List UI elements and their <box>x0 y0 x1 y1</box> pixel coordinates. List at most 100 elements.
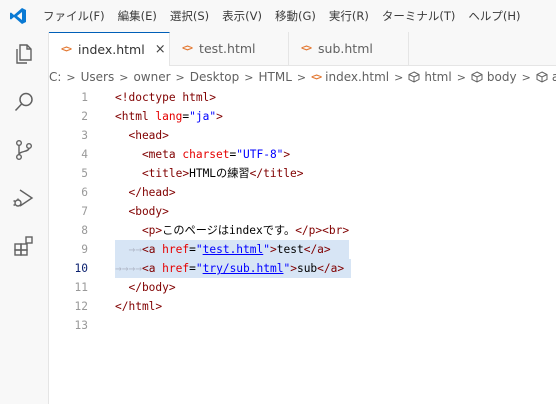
code-line[interactable]: 8 <p>このページはindexです。</p><br> <box>49 221 556 240</box>
code-token: > <box>283 148 291 161</box>
code-token: charset <box>182 148 230 161</box>
breadcrumb-separator: > <box>456 70 466 84</box>
line-number: 10 <box>74 262 88 275</box>
breadcrumb-item-users[interactable]: Users <box>81 70 115 84</box>
tab-label: test.html <box>199 41 256 56</box>
tab-label: sub.html <box>318 41 373 56</box>
code-token: > <box>290 262 297 275</box>
code-token: = <box>189 243 196 256</box>
code-token: <html <box>115 110 156 123</box>
code-line[interactable]: 1 <!doctype html> <box>49 88 556 107</box>
code-token: <body> <box>115 205 169 218</box>
element-cube-icon <box>471 71 483 83</box>
menu-edit[interactable]: 編集(E) <box>118 8 157 24</box>
code-token: href <box>162 262 190 275</box>
explorer-icon[interactable] <box>0 34 48 74</box>
code-token: <a <box>141 243 163 256</box>
menu-view[interactable]: 表示(V) <box>222 8 262 24</box>
breadcrumb-label: html <box>424 70 452 84</box>
close-icon[interactable]: × <box>155 42 166 57</box>
menu-selection[interactable]: 選択(S) <box>170 8 209 24</box>
menu-go[interactable]: 移動(G) <box>275 8 316 24</box>
code-line[interactable]: 2 <html lang="ja"> <box>49 107 556 126</box>
code-text: </body> <box>115 278 176 297</box>
breadcrumb-item-index-html[interactable]: <> index.html <box>311 70 389 84</box>
menu-help[interactable]: ヘルプ(H) <box>468 8 520 24</box>
code-text: <!doctype html> <box>115 88 216 107</box>
code-line[interactable]: 6 </head> <box>49 183 556 202</box>
menu-file[interactable]: ファイル(F) <box>43 8 105 24</box>
breadcrumb-item-html-folder[interactable]: HTML <box>258 70 291 84</box>
breadcrumb-label: a <box>551 70 556 84</box>
code-token: href <box>162 243 190 256</box>
breadcrumb-separator: > <box>244 70 254 84</box>
code-token: " <box>263 243 270 256</box>
code-token: <meta <box>115 148 183 161</box>
breadcrumb-label: index.html <box>325 70 390 84</box>
breadcrumb-item-a-element[interactable]: a <box>536 70 556 84</box>
code-token: " <box>195 243 203 256</box>
breadcrumb-item-body-element[interactable]: body <box>471 70 517 84</box>
line-number: 9 <box>81 243 88 256</box>
code-token: "ja" <box>189 110 217 123</box>
vscode-logo-icon <box>10 8 26 24</box>
line-number: 8 <box>81 224 88 237</box>
code-token: <p> <box>115 224 163 237</box>
tab-index-html[interactable]: <> index.html × <box>49 32 170 66</box>
html-file-icon: <> <box>61 44 72 55</box>
code-line[interactable]: 11 </body> <box>49 278 556 297</box>
code-token: →→→→ <box>115 262 142 275</box>
breadcrumb: C: > Users > owner > Desktop > HTML > <>… <box>49 66 556 88</box>
breadcrumb-item-desktop[interactable]: Desktop <box>190 70 240 84</box>
code-line[interactable]: 13 <box>49 316 556 335</box>
extensions-icon[interactable] <box>0 226 48 266</box>
code-token: </head> <box>115 186 176 199</box>
breadcrumb-item-owner[interactable]: owner <box>133 70 170 84</box>
code-line[interactable]: 12 </html> <box>49 297 556 316</box>
line-number: 4 <box>81 148 88 161</box>
code-token: HTMLの練習 <box>189 167 250 180</box>
code-text: <p>このページはindexです。</p><br> <box>115 221 349 240</box>
code-token: "UTF-8" <box>236 148 284 161</box>
tab-sub-html[interactable]: <> sub.html <box>289 32 409 65</box>
code-editor[interactable]: 1 <!doctype html> 2 <html lang="ja"> 3 <head… <box>49 88 556 404</box>
code-text: <meta charset="UTF-8"> <box>115 145 290 164</box>
code-token: このページはindexです。 <box>162 224 296 237</box>
breadcrumb-separator: > <box>119 70 129 84</box>
code-text: </html> <box>115 297 162 316</box>
run-debug-icon[interactable] <box>0 178 48 218</box>
breadcrumb-item-html-element[interactable]: html <box>408 70 452 84</box>
code-token: <title> <box>115 167 190 180</box>
code-line[interactable]: 5 <title>HTMLの練習</title> <box>49 164 556 183</box>
code-line[interactable]: 9 →→<a href="test.html">test</a> <box>49 240 556 259</box>
code-token: sub <box>296 262 318 275</box>
search-icon[interactable] <box>0 82 48 122</box>
code-token: </body> <box>115 281 176 294</box>
code-line[interactable]: 4 <meta charset="UTF-8"> <box>49 145 556 164</box>
line-number: 7 <box>81 205 88 218</box>
menu-bar: ファイル(F) 編集(E) 選択(S) 表示(V) 移動(G) 実行(R) ター… <box>43 0 533 32</box>
line-number: 1 <box>81 91 88 104</box>
code-token: <head> <box>115 129 169 142</box>
code-token: lang <box>155 110 183 123</box>
code-token: </html> <box>115 300 163 313</box>
activity-bar <box>0 32 49 404</box>
code-line[interactable]: 3 <head> <box>49 126 556 145</box>
tab-bar: <> index.html × <> test.html <> sub.html <box>49 32 556 66</box>
html-file-icon: <> <box>311 71 322 83</box>
source-control-icon[interactable] <box>0 130 48 170</box>
code-line[interactable]: 7 <body> <box>49 202 556 221</box>
breadcrumb-separator: > <box>296 70 307 84</box>
code-text: →→→→<a href="try/sub.html">sub</a> <box>115 259 344 278</box>
code-line[interactable]: 10 →→→→<a href="try/sub.html">sub</a> <box>49 259 556 278</box>
breadcrumb-separator: > <box>521 70 531 84</box>
breadcrumb-item-drive[interactable]: C: <box>49 70 61 84</box>
code-token: </p><br> <box>295 224 350 237</box>
menu-terminal[interactable]: ターミナル(T) <box>382 8 456 24</box>
code-token: " <box>195 262 203 275</box>
menu-run[interactable]: 実行(R) <box>329 8 369 24</box>
code-token: <!doctype html> <box>115 91 217 104</box>
code-token: > <box>270 243 277 256</box>
tab-test-html[interactable]: <> test.html <box>170 32 289 65</box>
code-text: <head> <box>115 126 169 145</box>
